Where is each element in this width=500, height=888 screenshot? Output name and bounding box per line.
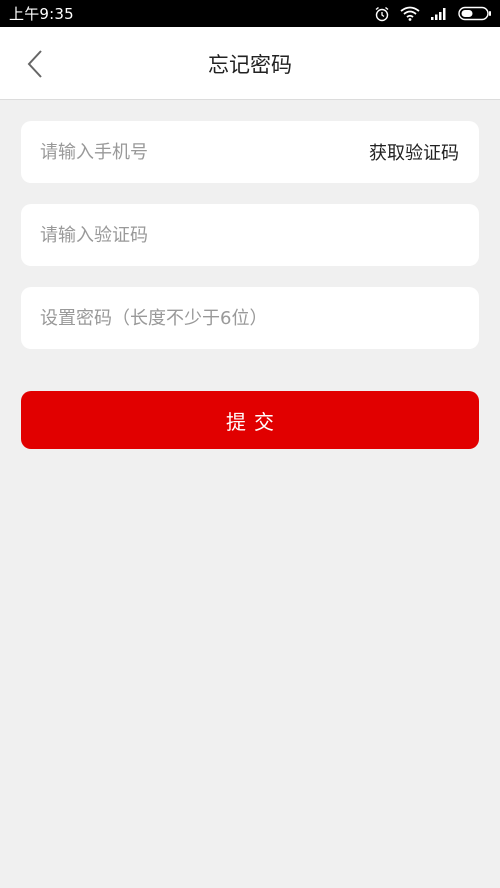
status-bar: 上午9:35 <box>0 0 500 27</box>
code-field-row <box>21 204 479 266</box>
wifi-icon <box>400 6 420 21</box>
page-title: 忘记密码 <box>208 52 292 77</box>
battery-icon <box>458 6 491 21</box>
phone-input[interactable] <box>40 141 369 163</box>
header: 忘记密码 <box>0 27 500 100</box>
password-input[interactable] <box>40 307 459 329</box>
status-icons <box>374 6 492 22</box>
alarm-icon <box>375 6 389 21</box>
verification-code-input[interactable] <box>40 224 459 246</box>
status-time: 上午9:35 <box>9 5 74 23</box>
phone-field-row: 获取验证码 <box>21 121 479 183</box>
password-field-row <box>21 287 479 349</box>
signal-icon <box>431 8 446 20</box>
submit-button[interactable]: 提交 <box>21 391 479 449</box>
get-code-button[interactable]: 获取验证码 <box>369 139 459 165</box>
